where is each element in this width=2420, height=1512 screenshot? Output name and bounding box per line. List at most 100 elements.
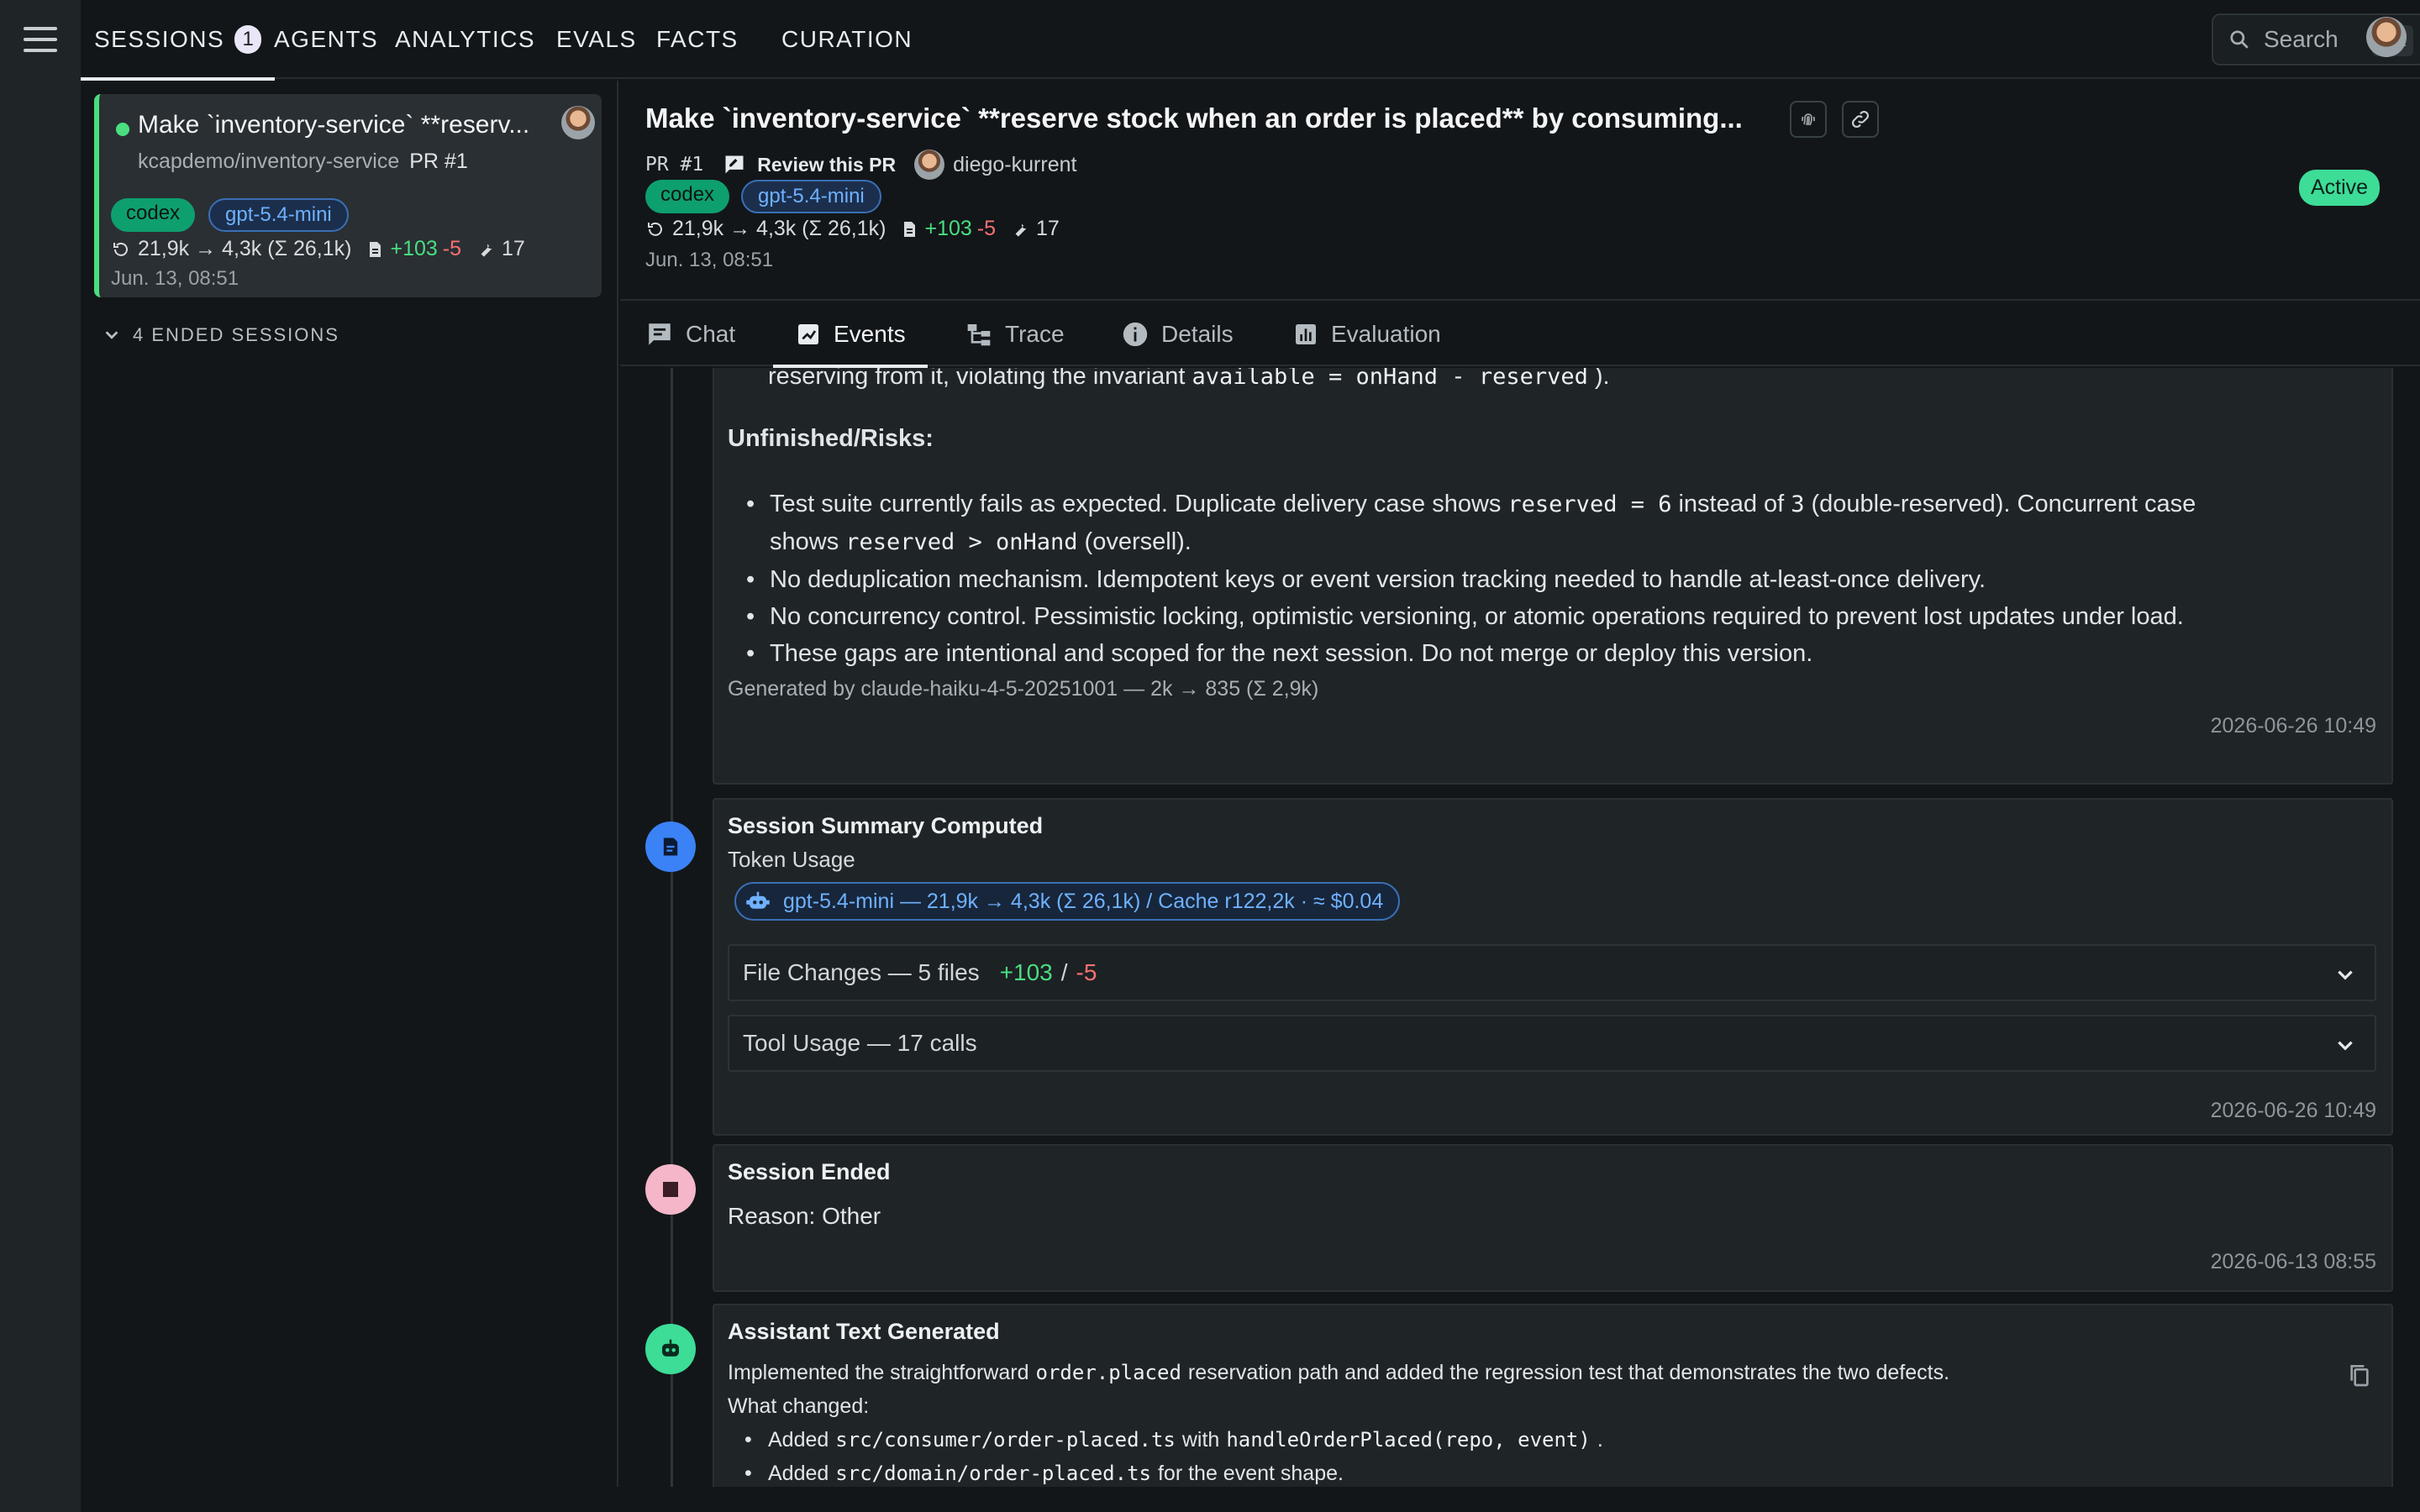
text: (double-reserved). Concurrent case	[1811, 491, 2196, 517]
text-line: What changed:	[728, 1394, 870, 1418]
top-navigation: SESSIONS 1 AGENTS ANALYTICS EVALS FACTS …	[80, 0, 2420, 81]
assistant-event-icon	[645, 1324, 696, 1374]
inline-code: reserved > onHand	[845, 529, 1078, 555]
text: (oversell).	[1084, 528, 1192, 555]
text: Implemented the straightforward	[728, 1361, 1029, 1384]
token-usage-value: gpt-5.4-mini — 21,9k → 4,3k (Σ 26,1k) / …	[783, 889, 1384, 913]
tool-usage-label: Tool Usage — 17 calls	[743, 1030, 977, 1056]
events-timeline[interactable]: reserving from it, violating the invaria…	[620, 368, 2420, 1487]
author-name: diego-kurrent	[953, 152, 1077, 176]
nav-tab-sessions[interactable]: SESSIONS 1	[80, 0, 276, 81]
rate-review-icon	[725, 155, 744, 174]
copy-link-button[interactable]	[1842, 101, 1879, 138]
inline-code: order.placed	[1035, 1361, 1181, 1384]
generated-by: Generated by claude-haiku-4-5-20251001 —…	[728, 677, 1319, 701]
ended-event-icon	[645, 1164, 696, 1215]
search-label: Search	[2264, 26, 2338, 52]
session-date: Jun. 13, 08:51	[111, 267, 239, 290]
sessions-count-badge: 1	[234, 25, 262, 54]
session-tabs: Chat Events Trace Details Evaluation	[620, 302, 2420, 368]
bottom-edge	[81, 1487, 2420, 1512]
token-summary: 21,9k → 4,3k (Σ 26,1k)	[672, 217, 886, 240]
copy-button[interactable]	[2346, 1361, 2373, 1394]
model-pill: gpt-5.4-mini	[208, 198, 349, 232]
assistant-text-body: Implemented the straightforward order.pla…	[728, 1356, 1949, 1487]
nav-tab-label: CURATION	[781, 26, 913, 52]
tab-chat[interactable]: Chat	[645, 302, 735, 366]
token-summary: 21,9k → 4,3k (Σ 26,1k)	[138, 237, 352, 260]
active-status-dot	[116, 123, 129, 136]
lines-added: +103	[390, 237, 438, 260]
agent-pill: codex	[645, 180, 730, 213]
tab-label: Chat	[686, 321, 736, 347]
bullet: •	[744, 1462, 752, 1485]
timeline-line	[671, 368, 673, 1487]
review-pr-link[interactable]: Review this PR	[722, 153, 896, 176]
risks-list: Test suite currently fails as expected. …	[728, 486, 2375, 672]
bar-chart-icon	[1296, 324, 1316, 344]
wrench-icon	[1015, 223, 1027, 237]
ended-sessions-label: 4 ENDED SESSIONS	[133, 324, 339, 345]
lines-added: +103	[999, 959, 1053, 985]
inline-code: src/consumer/order-placed.ts	[835, 1428, 1176, 1452]
text: reservation path and added the regressio…	[1187, 1361, 1950, 1384]
lines-removed: -5	[976, 217, 997, 240]
robot-icon	[746, 891, 770, 909]
nav-tab-evals[interactable]: EVALS	[556, 0, 637, 79]
text: with	[1181, 1428, 1220, 1452]
wrench-icon	[481, 244, 492, 257]
menu-icon[interactable]	[24, 27, 57, 52]
model-pill: gpt-5.4-mini	[741, 180, 881, 213]
tab-label: Events	[834, 321, 906, 347]
tool-count: 17	[502, 237, 525, 260]
nav-tab-analytics[interactable]: ANALYTICS	[395, 0, 535, 79]
summary-icon	[663, 837, 678, 856]
risks-heading: Unfinished/Risks:	[728, 425, 934, 452]
event-title: Assistant Text Generated	[728, 1319, 1000, 1344]
event-title: Session Ended	[728, 1159, 891, 1184]
copy-icon	[2350, 1365, 2369, 1387]
token-usage-label: Token Usage	[728, 847, 855, 872]
tokens-icon	[113, 242, 128, 256]
tab-events[interactable]: Events	[773, 302, 928, 368]
fingerprint-button[interactable]	[1790, 101, 1827, 138]
author-avatar	[914, 150, 945, 180]
user-avatar[interactable]	[2366, 17, 2407, 57]
tab-label: Trace	[1005, 321, 1065, 347]
session-stats: 21,9k → 4,3k (Σ 26,1k) +103 -5 17	[111, 237, 525, 261]
text: reserving from it, violating the invaria…	[768, 368, 1186, 390]
chat-icon	[649, 323, 671, 345]
event-card-session-summary: Session Summary Computed Token Usage gpt…	[713, 798, 2393, 1136]
tab-trace[interactable]: Trace	[965, 302, 1065, 366]
pr-line: PR #1 Review this PR diego-kurrent	[645, 150, 1076, 180]
chevron-down-icon	[2338, 970, 2353, 980]
session-header: Make `inventory-service` **reserve stock…	[620, 81, 2420, 301]
text: for the event shape.	[1157, 1462, 1344, 1485]
nav-tab-curation[interactable]: CURATION	[781, 0, 913, 79]
file-changes-accordion[interactable]: File Changes — 5 files +103 / -5	[728, 944, 2376, 1001]
chevron-down-icon	[105, 331, 118, 339]
link-icon	[1852, 111, 1869, 128]
tab-details[interactable]: Details	[1121, 302, 1234, 366]
pr-author[interactable]: diego-kurrent	[914, 150, 1076, 180]
text: Added	[768, 1462, 829, 1485]
app-rail	[0, 0, 81, 1512]
repo-name: kcapdemo/inventory-service	[138, 150, 400, 173]
info-icon	[1123, 322, 1148, 347]
event-card-session-ended: Session Ended Reason: Other 2026-06-13 0…	[713, 1144, 2393, 1292]
nav-tab-facts[interactable]: FACTS	[656, 0, 739, 79]
tool-usage-accordion[interactable]: Tool Usage — 17 calls	[728, 1015, 2376, 1072]
text: ).	[1594, 368, 1610, 390]
status-badge: Active	[2299, 170, 2381, 206]
robot-icon	[662, 1339, 679, 1357]
tab-evaluation[interactable]: Evaluation	[1292, 302, 1441, 366]
text: instead of	[1678, 491, 1785, 517]
token-usage-pill: gpt-5.4-mini — 21,9k → 4,3k (Σ 26,1k) / …	[734, 882, 1401, 921]
nav-tab-agents[interactable]: AGENTS	[274, 0, 378, 79]
session-user-avatar	[561, 106, 595, 139]
cut-off-line: reserving from it, violating the invaria…	[768, 368, 1610, 396]
session-card[interactable]: Make `inventory-service` **reserv... kca…	[94, 94, 602, 297]
inline-code: handleOrderPlaced(repo, event)	[1226, 1428, 1591, 1452]
ended-sessions-toggle[interactable]: 4 ENDED SESSIONS	[103, 324, 339, 346]
fingerprint-icon	[1802, 113, 1815, 126]
